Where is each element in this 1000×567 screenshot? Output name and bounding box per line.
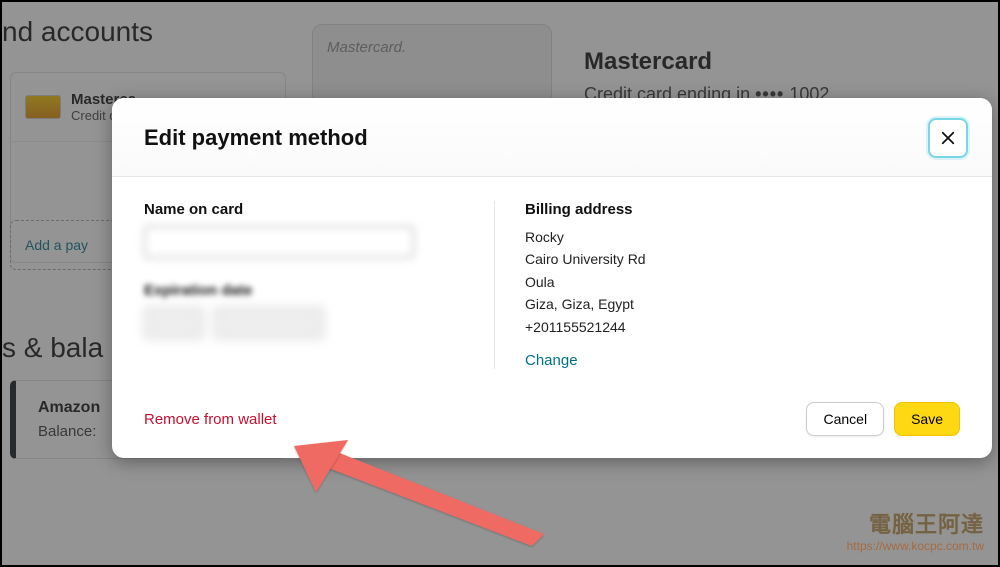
watermark-text: 電腦王阿達 [847,507,984,539]
billing-area: Oula [525,271,960,293]
expiration-date-label: Expiration date [144,282,484,299]
close-icon [939,129,957,147]
expiration-year-select[interactable] [214,307,324,339]
change-billing-link[interactable]: Change [525,352,578,369]
billing-phone: +201155521244 [525,316,960,338]
billing-name: Rocky [525,226,960,248]
watermark: 電腦王阿達 https://www.kocpc.com.tw [847,507,984,553]
billing-city-region-country: Giza, Giza, Egypt [525,293,960,315]
name-on-card-input[interactable] [144,226,414,258]
billing-address-heading: Billing address [525,201,960,218]
modal-close-button[interactable] [928,118,968,158]
save-button[interactable]: Save [894,402,960,436]
modal-right-column: Billing address Rocky Cairo University R… [494,201,960,369]
modal-title: Edit payment method [144,125,368,151]
billing-address-block: Rocky Cairo University Rd Oula Giza, Giz… [525,226,960,338]
watermark-url: https://www.kocpc.com.tw [847,539,984,553]
modal-header: Edit payment method [112,98,992,177]
name-on-card-label: Name on card [144,201,484,218]
edit-payment-modal: Edit payment method Name on card Expirat… [112,98,992,458]
cancel-button[interactable]: Cancel [806,402,884,436]
billing-street: Cairo University Rd [525,248,960,270]
modal-left-column: Name on card Expiration date [144,201,484,369]
remove-from-wallet-link[interactable]: Remove from wallet [144,411,277,428]
expiration-month-select[interactable] [144,307,204,339]
